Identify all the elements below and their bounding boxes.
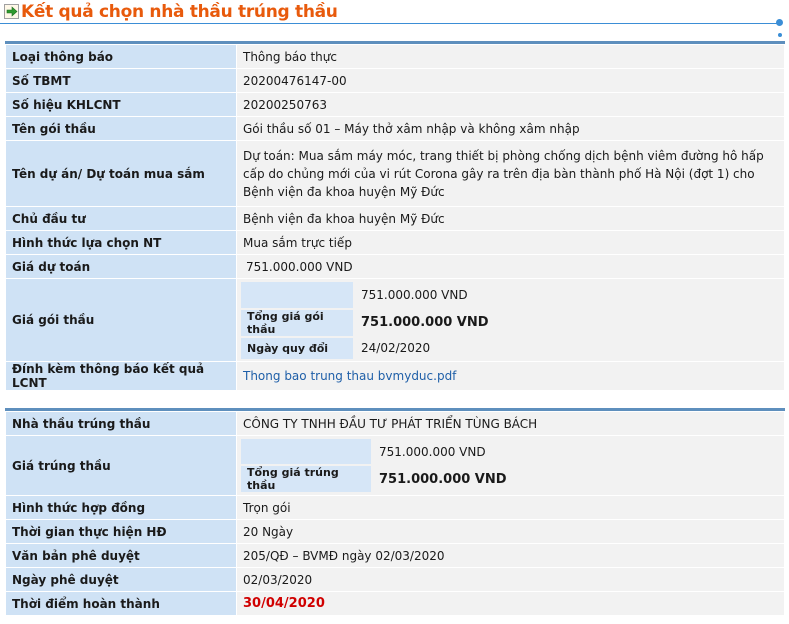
table-row: Thời gian thực hiện HĐ 20 Ngày <box>6 520 784 543</box>
row-label: Văn bản phê duyệt <box>6 544 236 567</box>
row-label: Đính kèm thông báo kết quả LCNT <box>6 362 236 390</box>
row-value: 20200250763 <box>237 93 784 116</box>
row-label: Tên gói thầu <box>6 117 236 140</box>
date-value: 24/02/2020 <box>355 337 495 359</box>
total-value: 751.000.000 VND <box>373 466 513 492</box>
row-value: 751.000.000 VND <box>237 255 784 278</box>
row-label: Loại thông báo <box>6 45 236 68</box>
table-row: Ngày phê duyệt 02/03/2020 <box>6 568 784 591</box>
row-label: Thời gian thực hiện HĐ <box>6 520 236 543</box>
table-row: Số hiệu KHLCNT 20200250763 <box>6 93 784 116</box>
blank-cell <box>241 281 353 308</box>
row-value: Mua sắm trực tiếp <box>237 231 784 254</box>
table-row: Loại thông báo Thông báo thực <box>6 45 784 68</box>
row-value: Gói thầu số 01 – Máy thở xâm nhập và khô… <box>237 117 784 140</box>
table-row: Đính kèm thông báo kết quả LCNT Thong ba… <box>6 362 784 390</box>
row-label: Số hiệu KHLCNT <box>6 93 236 116</box>
total-label: Tổng giá trúng thầu <box>241 466 371 492</box>
table-row: Văn bản phê duyệt 205/QĐ – BVMĐ ngày 02/… <box>6 544 784 567</box>
package-amount: 751.000.000 VND <box>355 281 495 308</box>
row-label: Chủ đầu tư <box>6 207 236 230</box>
attachment-cell: Thong bao trung thau bvmyduc.pdf <box>237 362 784 390</box>
row-value: 20200476147-00 <box>237 69 784 92</box>
row-value: 20 Ngày <box>237 520 784 543</box>
completion-cell: 30/04/2020 <box>237 592 784 615</box>
row-value: 02/03/2020 <box>237 568 784 591</box>
table-row: Thời điểm hoàn thành 30/04/2020 <box>6 592 784 615</box>
divider-dot <box>776 19 783 26</box>
total-label: Tổng giá gói thầu <box>241 309 353 336</box>
table-row: 751.000.000 VND <box>241 281 495 308</box>
completion-date: 30/04/2020 <box>243 596 325 611</box>
winner-info-table: Nhà thầu trúng thầu CÔNG TY TNHH ĐẦU TƯ … <box>5 408 785 616</box>
table-row: Số TBMT 20200476147-00 <box>6 69 784 92</box>
table-row: Nhà thầu trúng thầu CÔNG TY TNHH ĐẦU TƯ … <box>6 412 784 435</box>
row-value: 205/QĐ – BVMĐ ngày 02/03/2020 <box>237 544 784 567</box>
table-row: Hình thức lựa chọn NT Mua sắm trực tiếp <box>6 231 784 254</box>
table-row: Giá trúng thầu 751.000.000 VND Tổng giá … <box>6 436 784 495</box>
table-row: Chủ đầu tư Bệnh viện đa khoa huyện Mỹ Đứ… <box>6 207 784 230</box>
row-label: Ngày phê duyệt <box>6 568 236 591</box>
table-row: Tên gói thầu Gói thầu số 01 – Máy thở xâ… <box>6 117 784 140</box>
winning-price-cell: 751.000.000 VND Tổng giá trúng thầu 751.… <box>237 436 784 495</box>
package-price-breakdown: 751.000.000 VND Tổng giá gói thầu 751.00… <box>239 280 497 361</box>
row-label: Tên dự án/ Dự toán mua sắm <box>6 141 236 206</box>
divider-dot-small <box>778 33 782 37</box>
table-row: 751.000.000 VND <box>241 439 513 464</box>
row-value: Trọn gói <box>237 496 784 519</box>
page-title: Kết quả chọn nhà thầu trúng thầu <box>21 2 338 22</box>
tender-info-table: Loại thông báo Thông báo thực Số TBMT 20… <box>5 41 785 391</box>
header-divider <box>0 23 778 24</box>
winning-price-breakdown: 751.000.000 VND Tổng giá trúng thầu 751.… <box>239 437 515 494</box>
table-row: Giá gói thầu 751.000.000 VND Tổng giá gó… <box>6 279 784 361</box>
section-header: Kết quả chọn nhà thầu trúng thầu <box>0 0 789 37</box>
table-row: Tổng giá trúng thầu 751.000.000 VND <box>241 466 513 492</box>
row-label: Số TBMT <box>6 69 236 92</box>
table-row: Ngày quy đổi 24/02/2020 <box>241 337 495 359</box>
row-value: Dự toán: Mua sắm máy móc, trang thiết bị… <box>237 141 784 206</box>
row-label: Nhà thầu trúng thầu <box>6 412 236 435</box>
row-label: Giá gói thầu <box>6 279 236 361</box>
row-label: Giá trúng thầu <box>6 436 236 495</box>
table-row: Hình thức hợp đồng Trọn gói <box>6 496 784 519</box>
table-row: Giá dự toán 751.000.000 VND <box>6 255 784 278</box>
table-row: Tên dự án/ Dự toán mua sắm Dự toán: Mua … <box>6 141 784 206</box>
table-row: Tổng giá gói thầu 751.000.000 VND <box>241 309 495 336</box>
package-price-cell: 751.000.000 VND Tổng giá gói thầu 751.00… <box>237 279 784 361</box>
row-label: Hình thức hợp đồng <box>6 496 236 519</box>
blank-cell <box>241 439 371 464</box>
winning-amount: 751.000.000 VND <box>373 439 513 464</box>
attachment-link[interactable]: Thong bao trung thau bvmyduc.pdf <box>243 369 456 383</box>
row-value: Bệnh viện đa khoa huyện Mỹ Đức <box>237 207 784 230</box>
date-label: Ngày quy đổi <box>241 337 353 359</box>
row-value: CÔNG TY TNHH ĐẦU TƯ PHÁT TRIỂN TÙNG BÁCH <box>237 412 784 435</box>
row-label: Hình thức lựa chọn NT <box>6 231 236 254</box>
row-label: Thời điểm hoàn thành <box>6 592 236 615</box>
row-value: Thông báo thực <box>237 45 784 68</box>
total-value: 751.000.000 VND <box>355 309 495 336</box>
row-label: Giá dự toán <box>6 255 236 278</box>
arrow-right-icon <box>4 4 19 19</box>
